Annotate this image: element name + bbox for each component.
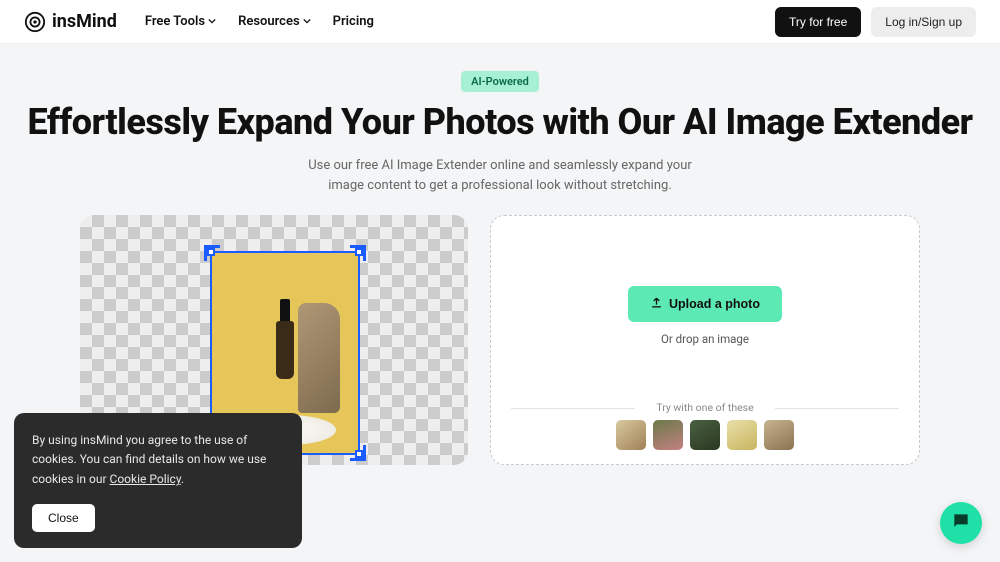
upload-icon xyxy=(650,296,663,312)
nav-label: Resources xyxy=(238,14,300,29)
hero-section: AI-Powered Effortlessly Expand Your Phot… xyxy=(0,44,1000,215)
chevron-down-icon xyxy=(208,14,216,29)
brand-logo[interactable]: insMind xyxy=(24,11,117,33)
upload-panel: Upload a photo Or drop an image Try with… xyxy=(490,215,920,465)
resize-handle-tr[interactable] xyxy=(355,248,363,256)
header-right: Try for free Log in/Sign up xyxy=(775,7,976,37)
cookie-line2-suffix: . xyxy=(181,472,184,486)
drop-hint: Or drop an image xyxy=(661,332,749,346)
top-nav: Free Tools Resources Pricing xyxy=(145,14,374,29)
sample-rock-icon xyxy=(298,303,340,413)
upload-dropzone[interactable]: Upload a photo Or drop an image xyxy=(511,230,899,401)
sample-thumb-2[interactable] xyxy=(653,420,683,450)
ai-powered-badge: AI-Powered xyxy=(461,71,539,92)
login-signup-button[interactable]: Log in/Sign up xyxy=(871,7,976,37)
chat-icon xyxy=(951,511,971,535)
resize-handle-tl[interactable] xyxy=(207,248,215,256)
page-title: Effortlessly Expand Your Photos with Our… xyxy=(20,102,980,142)
nav-pricing[interactable]: Pricing xyxy=(333,14,374,29)
sample-thumb-4[interactable] xyxy=(727,420,757,450)
sample-thumb-5[interactable] xyxy=(764,420,794,450)
chat-launcher[interactable] xyxy=(940,502,982,544)
page-subtitle: Use our free AI Image Extender online an… xyxy=(300,156,700,195)
brand-name: insMind xyxy=(52,11,117,32)
resize-handle-br[interactable] xyxy=(355,450,363,458)
cookie-text: By using insMind you agree to the use of… xyxy=(32,431,284,490)
sample-bottle-icon xyxy=(276,299,294,379)
upload-photo-button[interactable]: Upload a photo xyxy=(628,286,782,322)
chevron-down-icon xyxy=(303,14,311,29)
cookie-policy-link[interactable]: Cookie Policy xyxy=(110,472,181,486)
try-free-button[interactable]: Try for free xyxy=(775,7,861,37)
try-samples-section: Try with one of these xyxy=(511,401,899,450)
logo-icon xyxy=(24,11,46,33)
upload-button-label: Upload a photo xyxy=(669,297,760,311)
nav-resources[interactable]: Resources xyxy=(238,14,311,29)
site-header: insMind Free Tools Resources Pricing Try… xyxy=(0,0,1000,44)
sample-thumbnails xyxy=(511,420,899,450)
nav-label: Free Tools xyxy=(145,14,205,29)
nav-label: Pricing xyxy=(333,14,374,29)
nav-free-tools[interactable]: Free Tools xyxy=(145,14,216,29)
sample-thumb-3[interactable] xyxy=(690,420,720,450)
cookie-banner: By using insMind you agree to the use of… xyxy=(14,413,302,548)
try-samples-label: Try with one of these xyxy=(511,401,899,414)
header-left: insMind Free Tools Resources Pricing xyxy=(24,11,374,33)
sample-thumb-1[interactable] xyxy=(616,420,646,450)
cookie-close-button[interactable]: Close xyxy=(32,504,95,532)
